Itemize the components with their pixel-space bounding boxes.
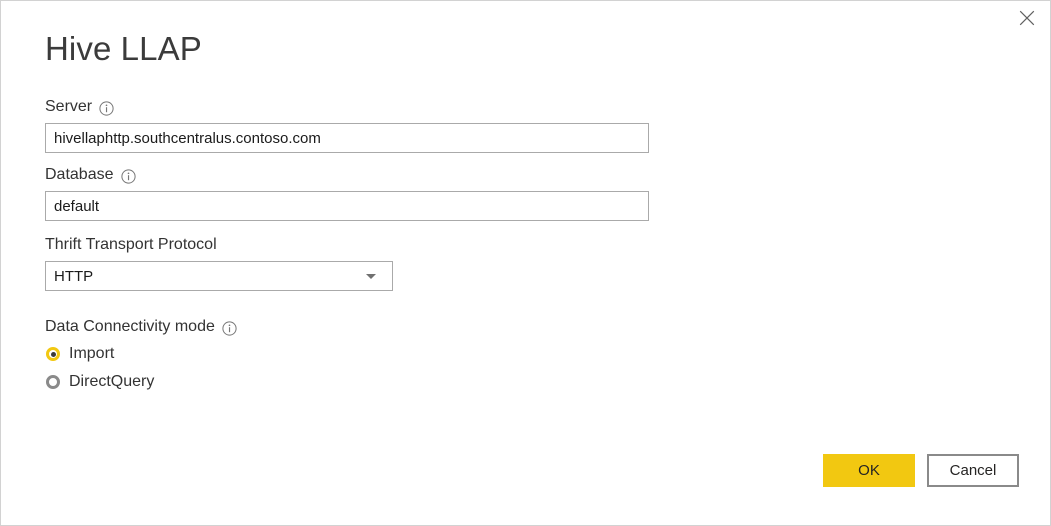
data-connectivity-mode-label-text: Data Connectivity mode [45,318,215,335]
field-data-connectivity-mode: Data Connectivity mode Import DirectQuer… [45,317,685,396]
info-icon[interactable] [120,168,136,184]
database-label-text: Database [45,166,114,183]
connection-form: Server Database [45,97,685,396]
radio-option-directquery-label: DirectQuery [69,373,155,390]
hive-llap-connection-dialog: Hive LLAP Server Database [0,0,1051,526]
close-icon [1019,10,1035,26]
thrift-transport-protocol-label-text: Thrift Transport Protocol [45,236,217,253]
field-thrift-transport-protocol: Thrift Transport Protocol HTTP [45,235,685,291]
close-button[interactable] [1004,1,1050,35]
thrift-transport-protocol-label: Thrift Transport Protocol [45,235,685,255]
dialog-footer: OK Cancel [823,454,1019,487]
server-label-text: Server [45,98,93,115]
info-icon[interactable] [99,100,114,116]
field-database: Database [45,165,685,221]
dialog-title: Hive LLAP [45,30,202,67]
server-label: Server [45,97,685,117]
radio-option-directquery[interactable]: DirectQuery [45,368,685,396]
database-input[interactable] [45,191,649,221]
field-server: Server [45,97,685,153]
radio-option-import[interactable]: Import [45,340,685,368]
chevron-down-icon [366,273,376,279]
ok-button[interactable]: OK [823,454,915,487]
thrift-transport-protocol-select[interactable]: HTTP [45,261,393,291]
database-label: Database [45,165,685,185]
radio-unselected-icon [46,375,60,389]
cancel-button[interactable]: Cancel [927,454,1019,487]
data-connectivity-mode-label: Data Connectivity mode [45,317,685,337]
radio-option-import-label: Import [69,345,115,362]
info-icon[interactable] [222,320,237,336]
radio-selected-icon [46,347,60,361]
server-input[interactable] [45,123,649,153]
thrift-transport-protocol-value: HTTP [54,267,94,285]
